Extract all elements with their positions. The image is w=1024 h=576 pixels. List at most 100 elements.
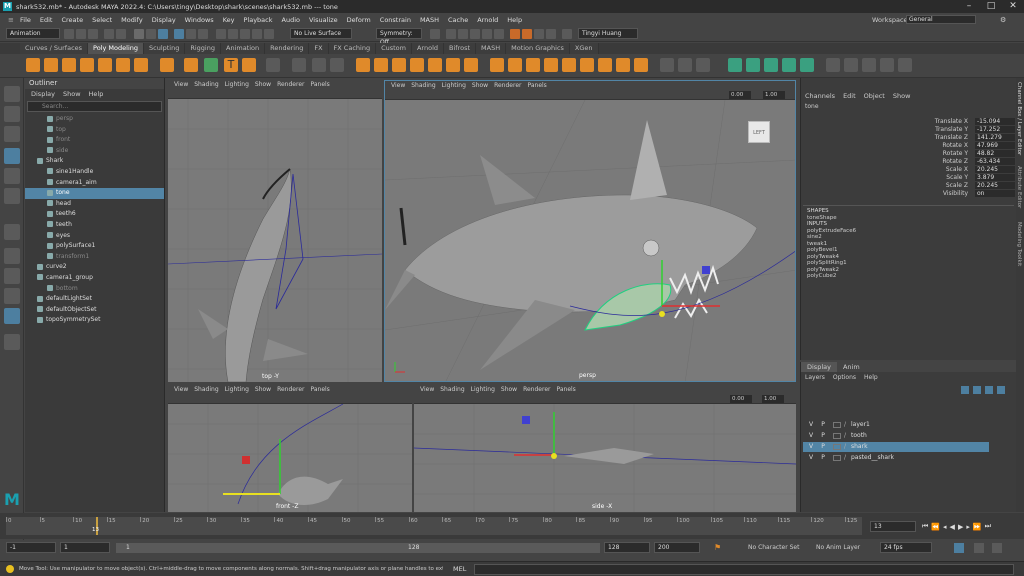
shelf-tab-motion-graphics[interactable]: Motion Graphics — [506, 43, 570, 54]
manip-z-handle[interactable] — [702, 266, 710, 274]
shelf-tab-mash[interactable]: MASH — [476, 43, 507, 54]
panel-menu-lighting[interactable]: Lighting — [225, 81, 249, 88]
poke-icon[interactable] — [544, 58, 558, 72]
layer-name[interactable]: layer1 — [851, 420, 870, 430]
automatic-mapping-icon[interactable] — [330, 58, 344, 72]
step-back-frame-icon[interactable]: ◂ — [943, 523, 947, 531]
outliner-item[interactable]: defaultObjectSet — [25, 305, 164, 316]
side-exposure-field[interactable]: 0.00 — [730, 395, 752, 403]
layer-menu-layers[interactable]: Layers — [805, 374, 825, 381]
ipr-render-icon[interactable] — [470, 29, 480, 39]
side-tab-channel-box[interactable]: Channel Box / Layer Editor — [1016, 82, 1022, 162]
current-frame-field[interactable]: 13 — [870, 521, 916, 532]
layer-name[interactable]: pasted__shark — [851, 453, 894, 463]
layout-icon[interactable] — [4, 308, 20, 324]
channel-menu-show[interactable]: Show — [893, 92, 911, 100]
render-settings-icon[interactable] — [482, 29, 492, 39]
channel-name[interactable]: Translate Y — [935, 126, 968, 134]
input-node[interactable]: polyCube2 — [801, 273, 1016, 280]
fps-dropdown[interactable]: 24 fps — [880, 542, 932, 553]
outliner-item[interactable]: Shark — [25, 156, 164, 167]
outliner-item[interactable]: camera1_aim — [25, 178, 164, 189]
panel-menu-renderer[interactable]: Renderer — [494, 82, 521, 89]
layer-tab-display[interactable]: Display — [801, 362, 837, 372]
menu-modify[interactable]: Modify — [121, 16, 143, 24]
step-back-key-icon[interactable]: ⏪ — [931, 523, 940, 531]
channel-name[interactable]: Translate X — [935, 118, 968, 126]
poly-cylinder-icon[interactable] — [62, 58, 76, 72]
outliner-menu-show[interactable]: Show — [63, 89, 81, 99]
menu-file[interactable]: File — [20, 16, 31, 24]
light-editor-icon[interactable] — [546, 29, 556, 39]
channel-menu-object[interactable]: Object — [864, 92, 885, 100]
uv-editor-icon[interactable] — [292, 58, 306, 72]
four-view-icon[interactable] — [4, 268, 20, 284]
outliner-item[interactable]: teeth — [25, 220, 164, 231]
fill-hole-icon[interactable] — [598, 58, 612, 72]
layer-row[interactable]: V P / tooth — [803, 431, 989, 441]
channel-row[interactable]: Rotate X 47.969 — [801, 142, 1016, 150]
viewport-top[interactable]: View Shading Lighting Show Renderer Panels to… — [168, 80, 382, 382]
playback-start-field[interactable]: 1 — [60, 542, 110, 553]
layer-visibility-toggle[interactable]: V — [807, 442, 815, 452]
channel-name[interactable]: Scale Y — [946, 174, 968, 182]
snap-surface-icon[interactable] — [264, 29, 274, 39]
side-manip-center[interactable] — [551, 453, 557, 459]
panel-menu-shading[interactable]: Shading — [440, 386, 464, 393]
menu-deform[interactable]: Deform — [347, 16, 371, 24]
panel-menu-lighting[interactable]: Lighting — [225, 386, 249, 393]
combine-icon[interactable] — [356, 58, 370, 72]
menu-playback[interactable]: Playback — [243, 16, 272, 24]
front-manip-handle[interactable] — [242, 456, 250, 464]
minimize-button[interactable]: – — [958, 0, 980, 13]
poly-torus-icon[interactable] — [98, 58, 112, 72]
panel-menu-shading[interactable]: Shading — [411, 82, 435, 89]
shelf-tab-bifrost[interactable]: Bifrost — [444, 43, 477, 54]
shelf-tab-curves-surfaces[interactable]: Curves / Surfaces — [20, 43, 89, 54]
channel-row[interactable]: Rotate Z -63.434 — [801, 158, 1016, 166]
edge-loop-icon[interactable] — [678, 58, 692, 72]
menu-constrain[interactable]: Constrain — [380, 16, 411, 24]
channel-value[interactable]: on — [975, 190, 1015, 197]
user-account-dropdown[interactable]: Tingyi Huang — [578, 28, 638, 39]
outliner-menu-help[interactable]: Help — [89, 89, 104, 99]
flatten-icon[interactable] — [782, 58, 796, 72]
outliner-item[interactable]: transform1 — [25, 252, 164, 263]
exposure-field[interactable]: 0.00 — [729, 91, 751, 99]
panel-menu-view[interactable]: View — [420, 386, 434, 393]
menu-create[interactable]: Create — [61, 16, 83, 24]
arnold-ipr-icon[interactable] — [522, 29, 532, 39]
panel-menu-view[interactable]: View — [174, 386, 188, 393]
poly-sphere-icon[interactable] — [26, 58, 40, 72]
shelf-tab-sculpting[interactable]: Sculpting — [144, 43, 186, 54]
anim-prefs-icon[interactable] — [992, 543, 1002, 553]
redo-icon[interactable] — [116, 29, 126, 39]
wedge-icon[interactable] — [562, 58, 576, 72]
save-scene-icon[interactable] — [88, 29, 98, 39]
select-object-icon[interactable] — [146, 29, 156, 39]
bridge-icon[interactable] — [508, 58, 522, 72]
channel-row[interactable]: Rotate Y 48.82 — [801, 150, 1016, 158]
layer-row[interactable]: V P / shark — [803, 442, 989, 452]
channel-row[interactable]: Translate Y -17.252 — [801, 126, 1016, 134]
shelf-tab-fx-caching[interactable]: FX Caching — [328, 43, 377, 54]
multi-cut-icon[interactable] — [660, 58, 674, 72]
channel-row[interactable]: Scale Z 20.245 — [801, 182, 1016, 190]
poly-cone-icon[interactable] — [80, 58, 94, 72]
search-tool-icon[interactable] — [4, 334, 20, 350]
panel-menu-show[interactable]: Show — [255, 386, 271, 393]
outliner-item[interactable]: teeth6 — [25, 209, 164, 220]
lasso-tool-icon[interactable] — [4, 106, 20, 122]
channel-value[interactable]: 20.245 — [975, 166, 1015, 173]
poly-cube-icon[interactable] — [44, 58, 58, 72]
sound-icon[interactable] — [974, 543, 984, 553]
poly-disc-icon[interactable] — [134, 58, 148, 72]
smooth-icon[interactable] — [410, 58, 424, 72]
panel-menu-show[interactable]: Show — [472, 82, 488, 89]
panel-menu-view[interactable]: View — [174, 81, 188, 88]
move-layer-down-icon[interactable] — [997, 386, 1005, 394]
channel-name[interactable]: Rotate X — [942, 142, 968, 150]
menu-display[interactable]: Display — [152, 16, 176, 24]
shelf-tab-custom[interactable]: Custom — [376, 43, 412, 54]
channel-value[interactable]: -63.434 — [975, 158, 1015, 165]
